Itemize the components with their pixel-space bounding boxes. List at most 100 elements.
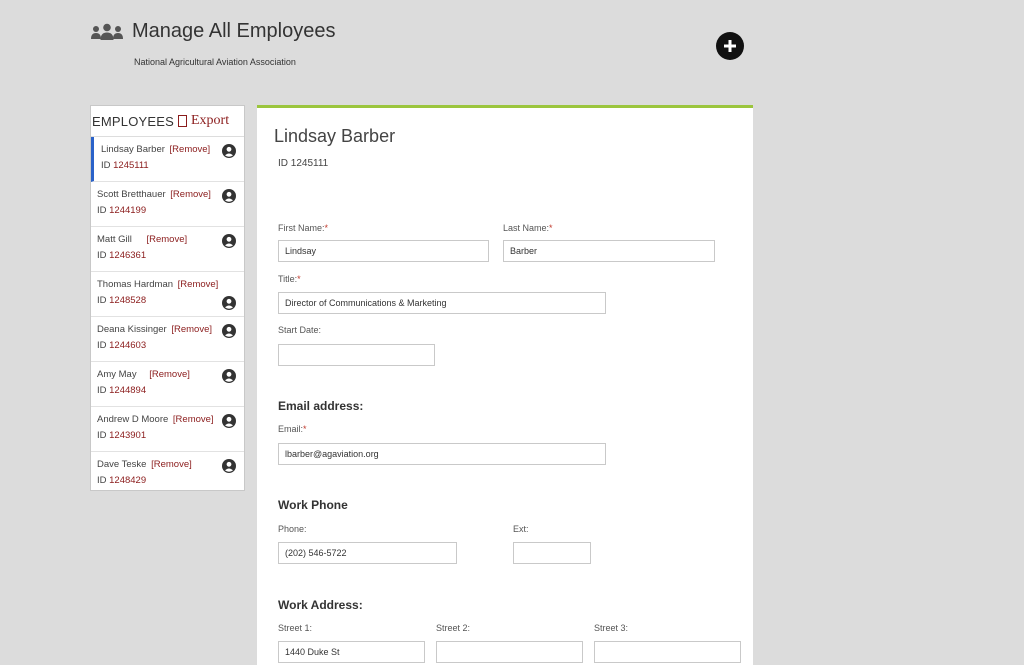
user-circle-icon (222, 189, 236, 203)
employee-id: 1244894 (109, 385, 147, 396)
address-section-heading: Work Address: (278, 598, 363, 612)
employee-id-prefix: ID (97, 250, 107, 261)
remove-link[interactable]: [Remove] (170, 144, 211, 155)
employee-id: 1243901 (109, 430, 147, 441)
employee-name-row: Dave Teske [Remove] (97, 459, 192, 470)
user-circle-icon (222, 324, 236, 338)
employee-name-row: Andrew D Moore [Remove] (97, 414, 214, 425)
employee-id-row: ID 1248528 (97, 295, 146, 306)
remove-link[interactable]: [Remove] (146, 234, 187, 245)
employee-id-row: ID 1244199 (97, 205, 146, 216)
phone-field[interactable] (278, 542, 457, 564)
employee-name: Deana Kissinger (97, 324, 167, 335)
employee-id-row: ID 1244894 (97, 385, 146, 396)
employee-name-row: Thomas Hardman [Remove] (97, 279, 218, 290)
employee-detail-id: ID 1245111 (278, 158, 329, 169)
start-date-field[interactable] (278, 344, 435, 366)
page-title-row: Manage All Employees (90, 20, 335, 43)
employee-name: Andrew D Moore (97, 414, 169, 425)
last-name-field[interactable] (503, 240, 715, 262)
employee-name-row: Deana Kissinger [Remove] (97, 324, 212, 335)
remove-link[interactable]: [Remove] (171, 324, 212, 335)
employee-id-row: ID 1243901 (97, 430, 146, 441)
employee-item[interactable]: Scott Bretthauer [Remove] ID 1244199 (91, 182, 244, 227)
last-name-label-text: Last Name: (503, 223, 550, 233)
employee-id-prefix: ID (97, 295, 107, 306)
employee-id-row: ID 1246361 (97, 250, 146, 261)
employee-id-prefix: ID (97, 205, 107, 216)
page-header: Manage All Employees (90, 20, 335, 43)
email-label: Email:* (278, 424, 307, 434)
street2-field[interactable] (436, 641, 583, 663)
employee-name: Amy May (97, 369, 137, 380)
employee-id-prefix: ID (101, 160, 111, 171)
user-circle-icon (222, 144, 236, 158)
user-circle-icon (222, 414, 236, 428)
street2-label: Street 2: (436, 623, 471, 633)
employee-list: EMPLOYEES Export Lindsay Barber [Remove]… (90, 105, 245, 491)
street1-field[interactable] (278, 641, 425, 663)
required-marker: * (549, 223, 553, 233)
page-title: Manage All Employees (132, 20, 336, 42)
employee-item[interactable]: Dave Teske [Remove] ID 1248429 (91, 452, 244, 490)
required-marker: * (297, 274, 301, 284)
plus-circle-icon (724, 40, 736, 52)
employee-list-title: EMPLOYEES (92, 113, 174, 129)
remove-link[interactable]: [Remove] (178, 279, 219, 290)
employee-id: 1245111 (113, 160, 149, 171)
title-label-text: Title: (278, 274, 298, 284)
first-name-label-text: First Name: (278, 223, 325, 233)
remove-link[interactable]: [Remove] (173, 414, 214, 425)
required-marker: * (324, 223, 329, 233)
user-circle-icon (222, 296, 236, 310)
export-link[interactable]: Export (191, 113, 229, 129)
employee-item[interactable]: Deana Kissinger [Remove] ID 1244603 (91, 317, 244, 362)
employee-id: 1248429 (109, 475, 147, 486)
employee-name-row: Amy May [Remove] (97, 369, 190, 380)
employee-id-prefix: ID (97, 430, 107, 441)
phone-section-heading: Work Phone (278, 498, 348, 512)
add-employee-button[interactable] (716, 32, 744, 60)
street3-field[interactable] (594, 641, 741, 663)
employee-detail-panel: Lindsay Barber ID 1245111 First Name:* L… (257, 105, 753, 665)
employee-name: Scott Bretthauer (97, 189, 166, 200)
title-label: Title:* (278, 274, 301, 284)
employee-name-row: Lindsay Barber [Remove] (101, 144, 210, 155)
remove-link[interactable]: [Remove] (170, 189, 211, 200)
employee-id: 1244199 (109, 205, 147, 216)
user-circle-icon (222, 459, 236, 473)
employee-id-prefix: ID (97, 385, 107, 396)
employee-name-row: Matt Gill [Remove] (97, 234, 187, 245)
employee-id-row: ID 1244603 (97, 340, 146, 351)
employee-item[interactable]: Matt Gill [Remove] ID 1246361 (91, 227, 244, 272)
user-circle-icon (222, 369, 236, 383)
street3-label: Street 3: (594, 623, 629, 633)
ext-field[interactable] (513, 542, 591, 564)
last-name-label: Last Name:* (503, 223, 553, 233)
employee-id-prefix: ID (97, 475, 107, 486)
title-field[interactable] (278, 292, 606, 314)
employee-item[interactable]: Amy May [Remove] ID 1244894 (91, 362, 244, 407)
employee-name: Dave Teske (97, 459, 147, 470)
email-label-text: Email: (278, 424, 304, 434)
employee-name: Thomas Hardman (97, 279, 174, 290)
remove-link[interactable]: [Remove] (151, 459, 192, 470)
users-icon (91, 23, 123, 40)
employee-item[interactable]: Andrew D Moore [Remove] ID 1243901 (91, 407, 244, 452)
employee-name-row: Scott Bretthauer [Remove] (97, 189, 211, 200)
employee-name: Lindsay Barber (101, 144, 165, 155)
email-section-heading: Email address: (278, 399, 364, 413)
employee-id-prefix: ID (97, 340, 107, 351)
export-icon (178, 115, 187, 127)
remove-link[interactable]: [Remove] (149, 369, 190, 380)
page-subtitle: National Agricultural Aviation Associati… (134, 57, 296, 67)
email-field[interactable] (278, 443, 606, 465)
employee-item[interactable]: Lindsay Barber [Remove] ID 1245111 (91, 137, 244, 182)
first-name-field[interactable] (278, 240, 489, 262)
ext-label: Ext: (513, 524, 529, 534)
start-date-label: Start Date: (278, 325, 322, 335)
employee-detail-name: Lindsay Barber (274, 126, 396, 146)
employee-id: 1244603 (109, 340, 147, 351)
employee-name: Matt Gill (97, 234, 132, 245)
employee-item[interactable]: Thomas Hardman [Remove] ID 1248528 (91, 272, 244, 317)
